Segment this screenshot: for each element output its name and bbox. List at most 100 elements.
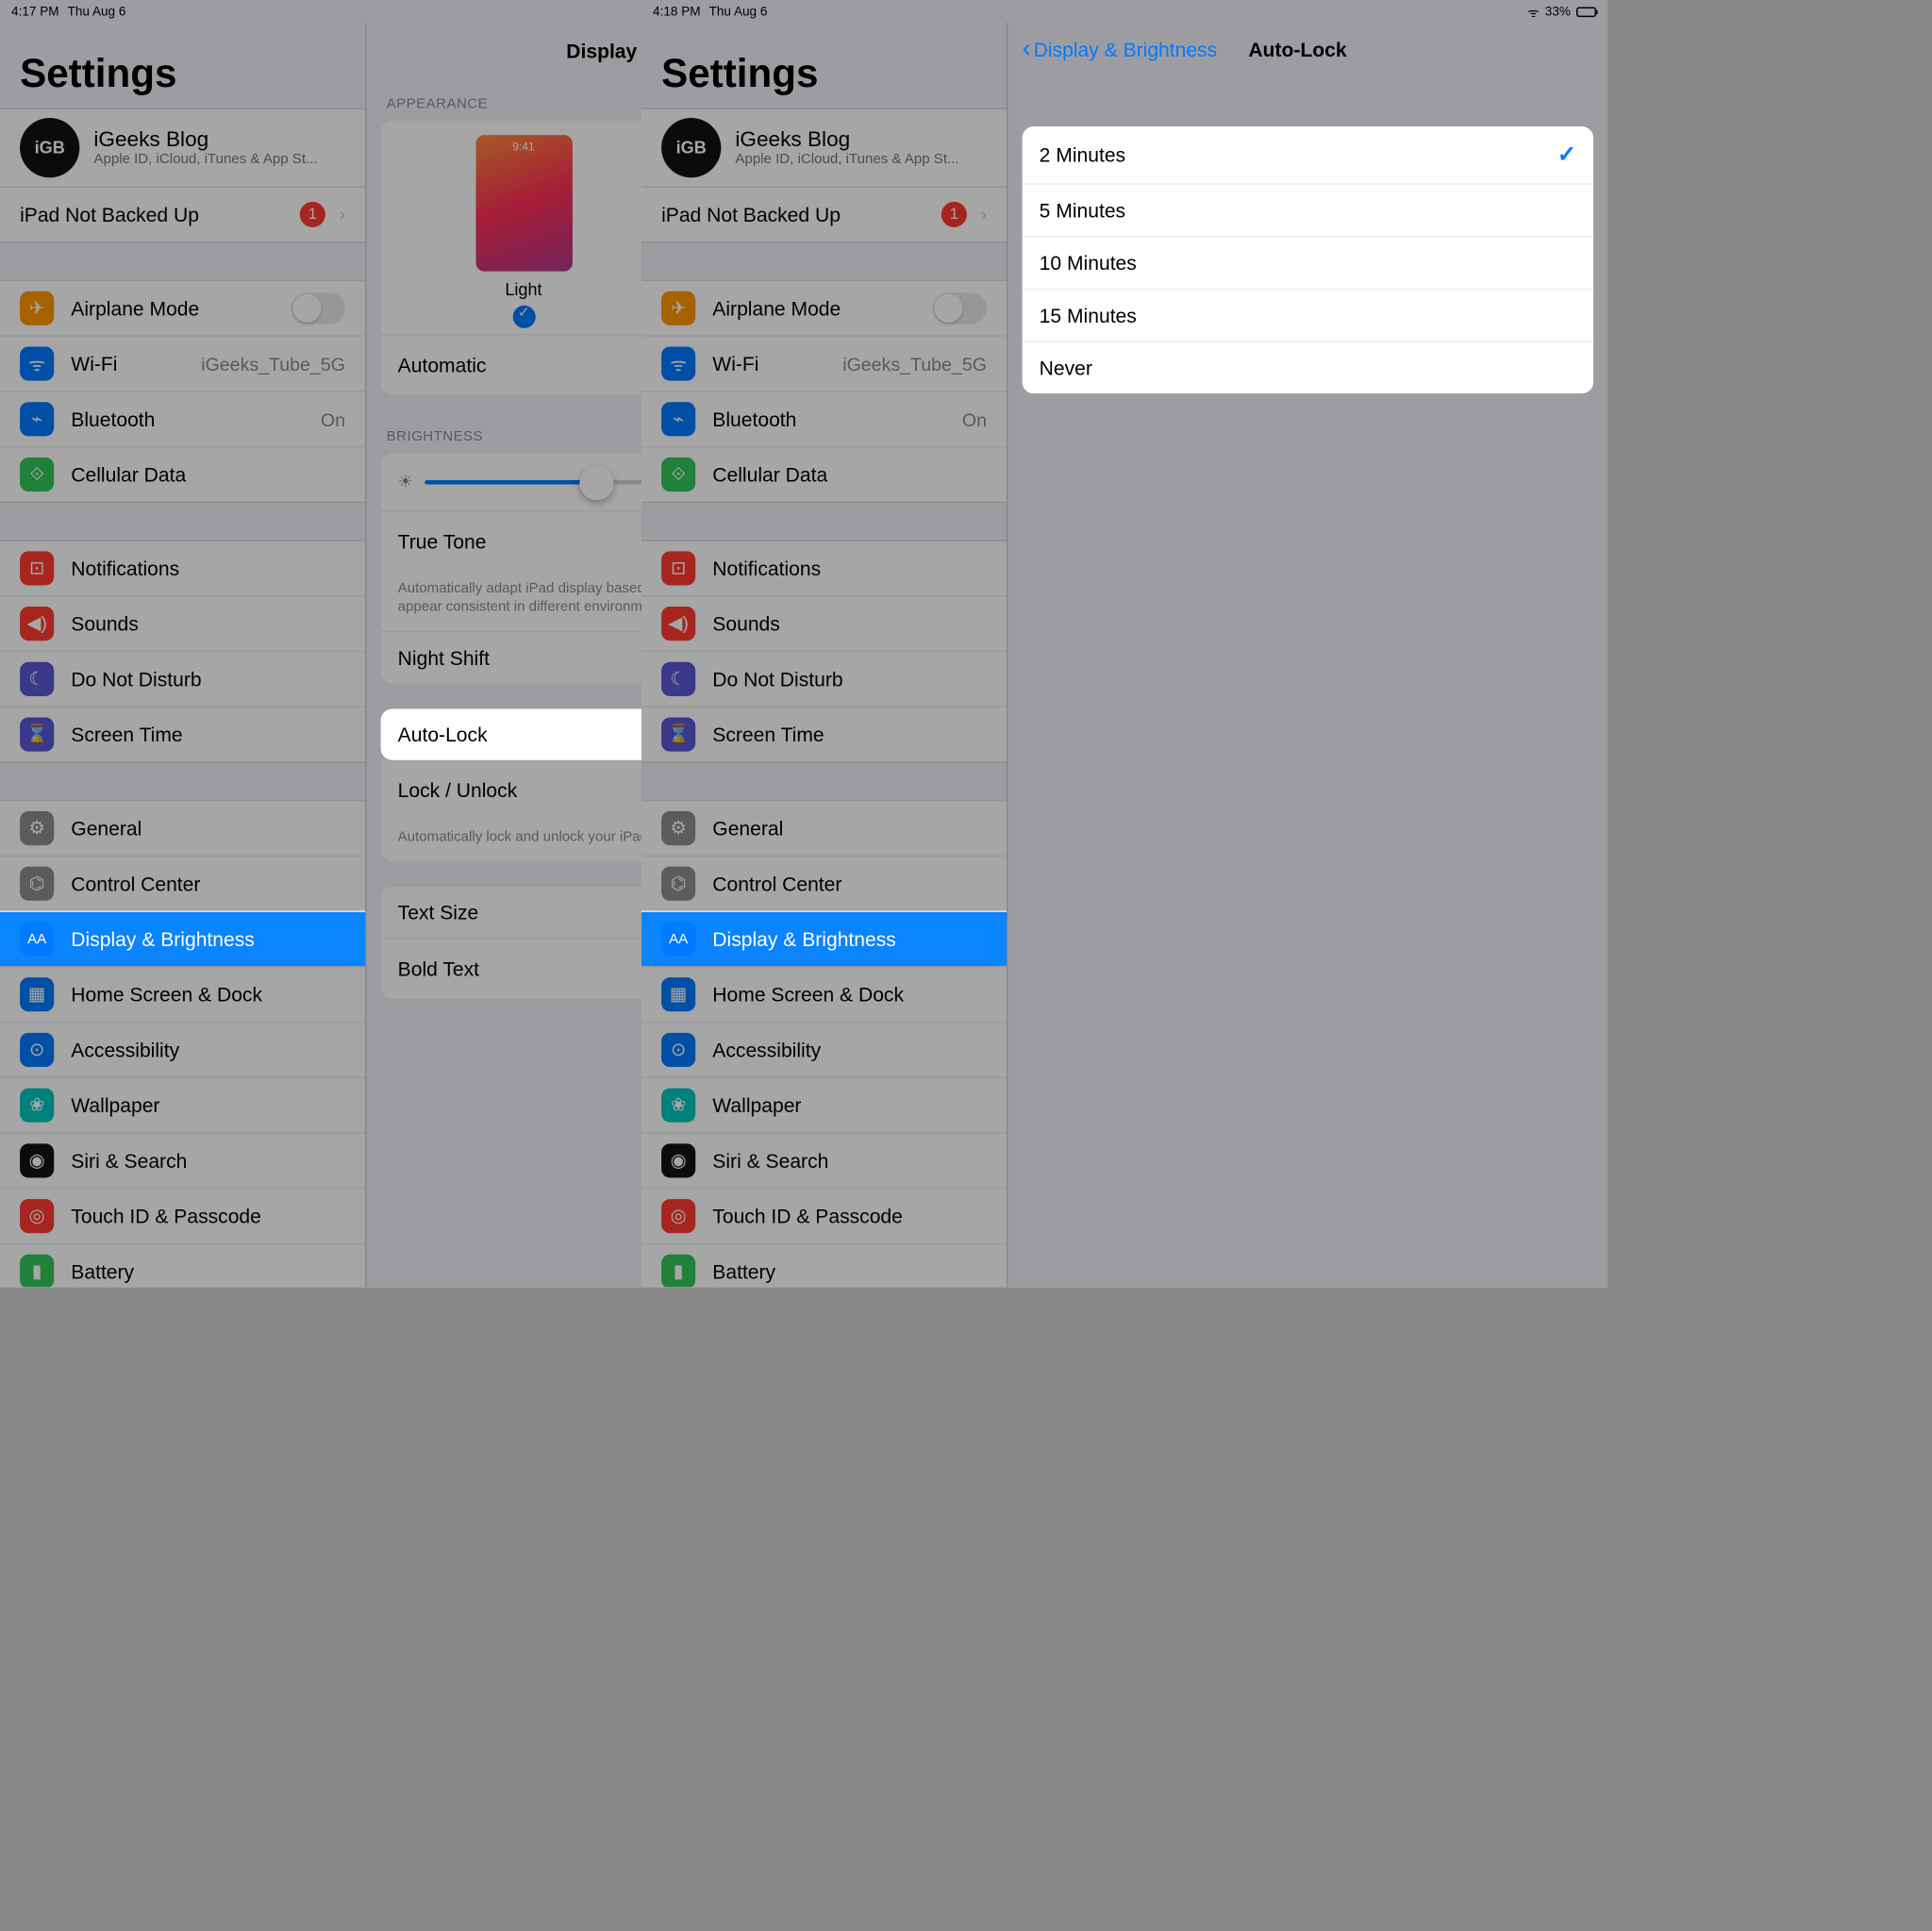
chevron-right-icon: › (981, 205, 987, 225)
home-screen-icon: ▦ (20, 977, 54, 1011)
settings-title: Settings (0, 23, 365, 108)
sidebar-item-general[interactable]: ⚙General (0, 800, 365, 856)
sidebar-item-cellular-data[interactable]: ⟐ Cellular Data (641, 446, 1007, 503)
status-time: 4:18 PM (653, 5, 700, 19)
sidebar-item-label: Siri & Search (71, 1149, 345, 1172)
backup-row[interactable]: iPad Not Backed Up 1 › (0, 188, 365, 243)
backup-badge: 1 (300, 202, 325, 227)
check-icon: ✓ (1557, 141, 1576, 169)
sidebar-item-battery[interactable]: ▮Battery (0, 1243, 365, 1288)
wifi-icon: ᯤ (20, 346, 54, 380)
light-check-icon (512, 306, 535, 328)
sidebar-item-label: Wi-Fi (71, 352, 201, 375)
sidebar-item-accessibility[interactable]: ⊙Accessibility (0, 1022, 365, 1077)
sidebar-item-airplane-mode[interactable]: ✈ Airplane Mode (641, 280, 1007, 336)
profile-row[interactable]: iGB iGeeks Blog Apple ID, iCloud, iTunes… (641, 108, 1007, 187)
sidebar-item-label: Control Center (712, 873, 987, 895)
home-screen-icon: ▦ (661, 977, 695, 1011)
sidebar-item-siri-search[interactable]: ◉Siri & Search (0, 1132, 365, 1188)
touch-id-icon: ◎ (661, 1199, 695, 1233)
sidebar-item-siri-search[interactable]: ◉Siri & Search (641, 1132, 1007, 1188)
sidebar-item-touch-id[interactable]: ◎Touch ID & Passcode (0, 1188, 365, 1243)
sidebar-item-value: iGeeks_Tube_5G (201, 353, 345, 375)
status-bar: 4:18 PM Thu Aug 6 ᯤ 33% (641, 0, 1607, 23)
sidebar-item-cellular-data[interactable]: ⟐Cellular Data (0, 446, 365, 503)
sidebar-item-notifications[interactable]: ⊡Notifications (0, 540, 365, 595)
sidebar-group-notifications: ⊡Notifications◀)Sounds☾Do Not Disturb ⌛ Sc… (0, 540, 365, 762)
sun-small-icon: ☀ (398, 472, 413, 491)
sidebar-item-label: Sounds (712, 612, 987, 635)
airplane-mode-icon: ✈ (661, 291, 695, 325)
sidebar-item-wallpaper[interactable]: ❀ Wallpaper (0, 1077, 365, 1133)
screen-time-icon: ⌛ (20, 718, 54, 752)
auto-lock-option[interactable]: Never (1023, 341, 1593, 393)
sidebar: Settings iGB iGeeks Blog Apple ID, iClou… (641, 23, 1008, 1287)
touch-id-icon: ◎ (20, 1199, 54, 1233)
airplane-mode-toggle[interactable] (291, 292, 345, 324)
sidebar-item-label: Do Not Disturb (712, 668, 987, 691)
sidebar-item-do-not-disturb[interactable]: ☾Do Not Disturb (0, 651, 365, 707)
auto-lock-option[interactable]: 10 Minutes (1023, 236, 1593, 289)
detail-panel: ‹ Display & Brightness Auto-Lock 2 Minut… (1008, 23, 1608, 1287)
sidebar-item-label: Home Screen & Dock (712, 983, 987, 1006)
sidebar-item-label: Wi-Fi (712, 352, 842, 375)
backup-label: iPad Not Backed Up (20, 203, 199, 225)
notifications-icon: ⊡ (20, 551, 54, 585)
sidebar-item-control-center[interactable]: ⌬ Control Center (641, 856, 1007, 911)
sidebar-item-label: Cellular Data (712, 463, 987, 486)
auto-lock-option[interactable]: 5 Minutes (1023, 183, 1593, 236)
sidebar: Settings iGB iGeeks Blog Apple ID, iClou… (0, 23, 367, 1287)
sidebar-item-notifications[interactable]: ⊡Notifications (641, 540, 1007, 595)
theme-light[interactable]: Light (475, 135, 572, 328)
sidebar-item-wallpaper[interactable]: ❀ Wallpaper (641, 1077, 1007, 1133)
sidebar-item-display-brightness[interactable]: AADisplay & Brightness (641, 910, 1007, 966)
wallpaper-icon: ❀ (661, 1089, 695, 1123)
auto-lock-option[interactable]: 15 Minutes (1023, 289, 1593, 341)
sidebar-item-sounds[interactable]: ◀)Sounds (0, 595, 365, 651)
sidebar-item-label: Bluetooth (712, 408, 962, 430)
battery-icon: ▮ (661, 1255, 695, 1288)
screen-auto-lock: 4:18 PM Thu Aug 6 ᯤ 33% Settings iGB iGe… (641, 0, 1607, 1287)
do-not-disturb-icon: ☾ (20, 662, 54, 696)
sidebar-item-general[interactable]: ⚙General (641, 800, 1007, 856)
control-center-icon: ⌬ (661, 867, 695, 901)
battery-icon (1576, 7, 1596, 17)
sidebar-item-wifi[interactable]: ᯤ Wi-FiiGeeks_Tube_5G (0, 335, 365, 391)
accessibility-icon: ⊙ (20, 1033, 54, 1067)
do-not-disturb-icon: ☾ (661, 662, 695, 696)
sidebar-item-do-not-disturb[interactable]: ☾ Do Not Disturb (641, 651, 1007, 707)
sidebar-item-control-center[interactable]: ⌬Control Center (0, 856, 365, 911)
sidebar-item-bluetooth[interactable]: ⌁BluetoothOn (0, 391, 365, 446)
display-brightness-icon: AA (20, 922, 54, 956)
sidebar-item-touch-id[interactable]: ◎Touch ID & Passcode (641, 1188, 1007, 1243)
profile-avatar: iGB (20, 118, 79, 177)
sidebar-item-home-screen[interactable]: ▦Home Screen & Dock (0, 966, 365, 1022)
cellular-data-icon: ⟐ (661, 458, 695, 491)
auto-lock-option[interactable]: 2 Minutes✓ (1023, 126, 1593, 183)
sidebar-item-bluetooth[interactable]: ⌁BluetoothOn (641, 391, 1007, 446)
sidebar-item-airplane-mode[interactable]: ✈Airplane Mode (0, 280, 365, 336)
sidebar-item-battery[interactable]: ▮Battery (641, 1243, 1007, 1288)
sidebar-item-label: Screen Time (71, 724, 345, 746)
airplane-mode-toggle[interactable] (933, 292, 987, 324)
backup-row[interactable]: iPad Not Backed Up 1 › (641, 188, 1007, 243)
sidebar-item-accessibility[interactable]: ⊙Accessibility (641, 1022, 1007, 1077)
sidebar-item-display-brightness[interactable]: AADisplay & Brightness (0, 910, 365, 966)
sidebar-item-label: Wallpaper (712, 1094, 987, 1117)
sidebar-item-screen-time[interactable]: ⌛ Screen Time (0, 706, 365, 762)
sidebar-item-label: Airplane Mode (712, 297, 932, 320)
profile-row[interactable]: iGB iGeeks Blog Apple ID, iCloud, iTunes… (0, 108, 365, 187)
wallpaper-icon: ❀ (20, 1089, 54, 1123)
sidebar-item-label: Wallpaper (71, 1094, 345, 1117)
back-label: Display & Brightness (1034, 38, 1218, 60)
back-button[interactable]: ‹ Display & Brightness (1023, 34, 1218, 64)
sidebar-item-label: General (712, 817, 987, 840)
sidebar-group-connectivity: ✈ Airplane Mode ᯤWi-FiiGeeks_Tube_5G⌁Bluet… (641, 280, 1007, 503)
profile-avatar: iGB (661, 118, 721, 177)
sidebar-item-sounds[interactable]: ◀)Sounds (641, 595, 1007, 651)
sidebar-item-wifi[interactable]: ᯤWi-FiiGeeks_Tube_5G (641, 335, 1007, 391)
detail-subtitle: Auto-Lock (1248, 38, 1346, 60)
sounds-icon: ◀) (20, 607, 54, 641)
sidebar-item-home-screen[interactable]: ▦ Home Screen & Dock (641, 966, 1007, 1022)
sidebar-item-screen-time[interactable]: ⌛Screen Time (641, 706, 1007, 762)
